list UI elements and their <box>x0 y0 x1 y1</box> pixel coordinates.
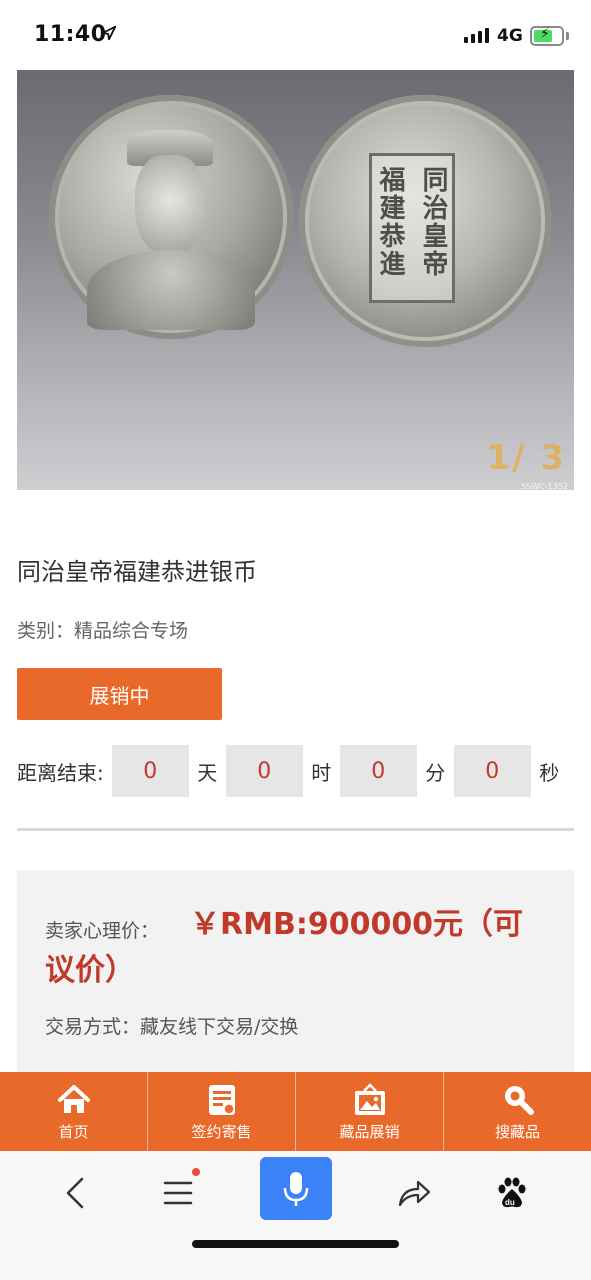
section-divider <box>17 828 574 831</box>
baidu-button[interactable]: du <box>482 1163 542 1223</box>
photo-counter: 1/ 3 <box>486 438 566 478</box>
tab-home[interactable]: 首页 <box>0 1072 148 1151</box>
tab-contract[interactable]: 签约寄售 <box>148 1072 296 1151</box>
browser-toolbar: du <box>0 1151 591 1280</box>
tab-gallery-label: 藏品展销 <box>339 1122 400 1141</box>
back-button[interactable] <box>46 1163 106 1223</box>
countdown-seconds: 0 <box>453 745 531 797</box>
back-icon <box>66 1177 84 1209</box>
contract-icon <box>208 1084 235 1115</box>
coin-inscription-col-2: 福建恭進 <box>375 166 405 278</box>
tab-search-label: 搜藏品 <box>494 1122 540 1141</box>
countdown-minutes-unit: 分 <box>425 760 446 785</box>
product-title: 同治皇帝福建恭进银币 <box>17 558 257 586</box>
price-panel: 卖家心理价： ￥RMB:900000元（可议价） 交易方式：藏友线下交易/交换 <box>17 870 574 1080</box>
share-icon <box>398 1180 431 1207</box>
emperor-robe <box>87 250 255 330</box>
countdown-minutes: 0 <box>339 745 417 797</box>
price-value: ￥RMB:900000元（可议价） <box>45 907 524 988</box>
product-category: 类别：精品综合专场 <box>17 620 189 642</box>
cellular-signal-icon <box>464 28 489 43</box>
status-button[interactable]: 展销中 <box>17 668 222 720</box>
microphone-icon <box>283 1171 309 1206</box>
countdown-label: 距离结束: <box>17 760 104 785</box>
share-button[interactable] <box>384 1163 444 1223</box>
battery-cap <box>566 32 569 40</box>
coin-inscription-plaque: 同治皇帝 福建恭進 <box>369 153 455 303</box>
status-bar: 11:40 4G ⚡ <box>0 0 591 70</box>
countdown-seconds-unit: 秒 <box>539 760 560 785</box>
coin-inscription-col-1: 同治皇帝 <box>418 166 448 278</box>
photo-code: SSWC-1352 <box>521 482 568 490</box>
countdown-hours: 0 <box>225 745 303 797</box>
home-indicator <box>192 1240 399 1248</box>
microphone-button[interactable] <box>260 1157 332 1220</box>
search-icon <box>504 1085 534 1115</box>
status-time: 11:40 <box>34 22 107 47</box>
bottom-tab-bar: 首页 签约寄售 藏品展销 搜藏品 <box>0 1072 591 1151</box>
product-photo[interactable]: 同治皇帝 福建恭進 1/ 3 SSWC-1352 <box>17 70 574 490</box>
coin-obverse <box>49 95 293 339</box>
countdown-hours-unit: 时 <box>311 760 332 785</box>
baidu-icon: du <box>498 1177 526 1208</box>
tab-home-label: 首页 <box>58 1122 89 1141</box>
trade-method: 交易方式：藏友线下交易/交换 <box>45 1016 299 1038</box>
tab-gallery[interactable]: 藏品展销 <box>296 1072 444 1151</box>
svg-text:du: du <box>505 1198 515 1207</box>
countdown-days: 0 <box>111 745 189 797</box>
tab-contract-label: 签约寄售 <box>191 1122 252 1141</box>
coin-reverse: 同治皇帝 福建恭進 <box>299 95 551 347</box>
tab-search[interactable]: 搜藏品 <box>444 1072 591 1151</box>
countdown: 距离结束: 0 天 0 时 0 分 0 秒 <box>17 745 577 797</box>
emperor-portrait <box>135 155 205 255</box>
location-arrow-icon <box>101 25 117 41</box>
notification-dot <box>192 1168 200 1176</box>
gallery-icon <box>354 1082 385 1115</box>
network-type: 4G <box>497 26 523 46</box>
home-icon <box>57 1084 90 1113</box>
menu-icon <box>163 1181 193 1205</box>
charging-bolt-icon: ⚡ <box>540 26 550 42</box>
countdown-days-unit: 天 <box>197 760 218 785</box>
